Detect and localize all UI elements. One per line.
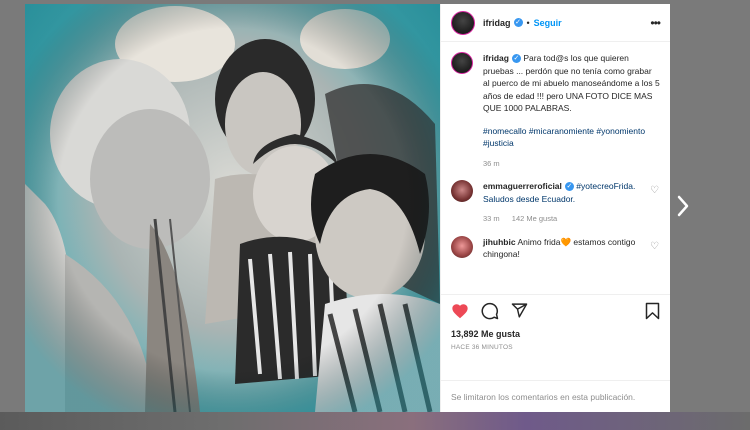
comments-disabled-notice: Se limitaron los comentarios en esta pub… [441,380,670,412]
caption-meta: 36 m [483,158,660,171]
post-photo [25,4,440,412]
post-modal: ifridag ✓ • Seguir ••• ifridag ✓ Para tod… [25,4,670,412]
comment-author[interactable]: jihuhbic [483,237,516,247]
comment-author[interactable]: emmaguerreroficial [483,181,562,191]
comment-like-heart-icon[interactable]: ♡ [650,241,660,252]
comment-likes[interactable]: 142 Me gusta [512,214,557,223]
post-sidebar: ifridag ✓ • Seguir ••• ifridag ✓ Para tod… [440,4,670,412]
share-icon[interactable] [511,302,528,324]
caption-hashtags[interactable]: #nomecallo #micaranomiente #yonomiento #… [483,125,660,150]
comment-time: 33 m [483,214,500,223]
verified-badge-icon: ✓ [511,54,521,64]
chevron-right-icon[interactable] [676,195,690,223]
comment-icon[interactable] [481,302,499,325]
heart-icon[interactable] [451,303,469,324]
comments-list: ifridag ✓ Para tod@s los que quieren prue… [441,42,670,294]
comment-avatar[interactable] [451,235,473,258]
author-username[interactable]: ifridag [483,18,511,28]
caption-text: Para tod@s los que quieren pruebas ... p… [483,53,660,113]
caption: ifridag ✓ Para tod@s los que quieren prue… [451,52,660,170]
action-bar: 13,892 Me gusta HACE 36 MINUTOS [441,294,670,380]
comment-avatar[interactable] [451,180,473,202]
more-options-icon[interactable]: ••• [650,16,661,30]
verified-badge-icon: ✓ [564,182,574,192]
separator-dot: • [526,17,530,28]
backdrop-strip [0,412,750,430]
caption-author[interactable]: ifridag [483,53,509,63]
likes-count[interactable]: 13,892 Me gusta [451,329,660,339]
verified-badge-icon: ✓ [513,18,523,27]
caption-time: 36 m [483,158,500,168]
action-icons [451,301,660,325]
author-avatar[interactable] [451,10,475,35]
post-header: ifridag ✓ • Seguir ••• [441,4,670,42]
comment-item: jihuhbic Animo frida🧡 estamos contigo ch… [451,235,660,261]
comment-item: emmaguerreroficial ✓ #yotecreoFrida. Salu… [451,180,660,226]
photo-illustration [25,4,440,412]
posted-time: HACE 36 MINUTOS [451,344,513,351]
bookmark-icon[interactable] [645,302,660,325]
comment-meta: 33 m 142 Me gusta [483,213,644,226]
follow-button[interactable]: Seguir [534,18,562,28]
comment-like-heart-icon[interactable]: ♡ [650,186,660,196]
caption-avatar[interactable] [451,52,473,74]
